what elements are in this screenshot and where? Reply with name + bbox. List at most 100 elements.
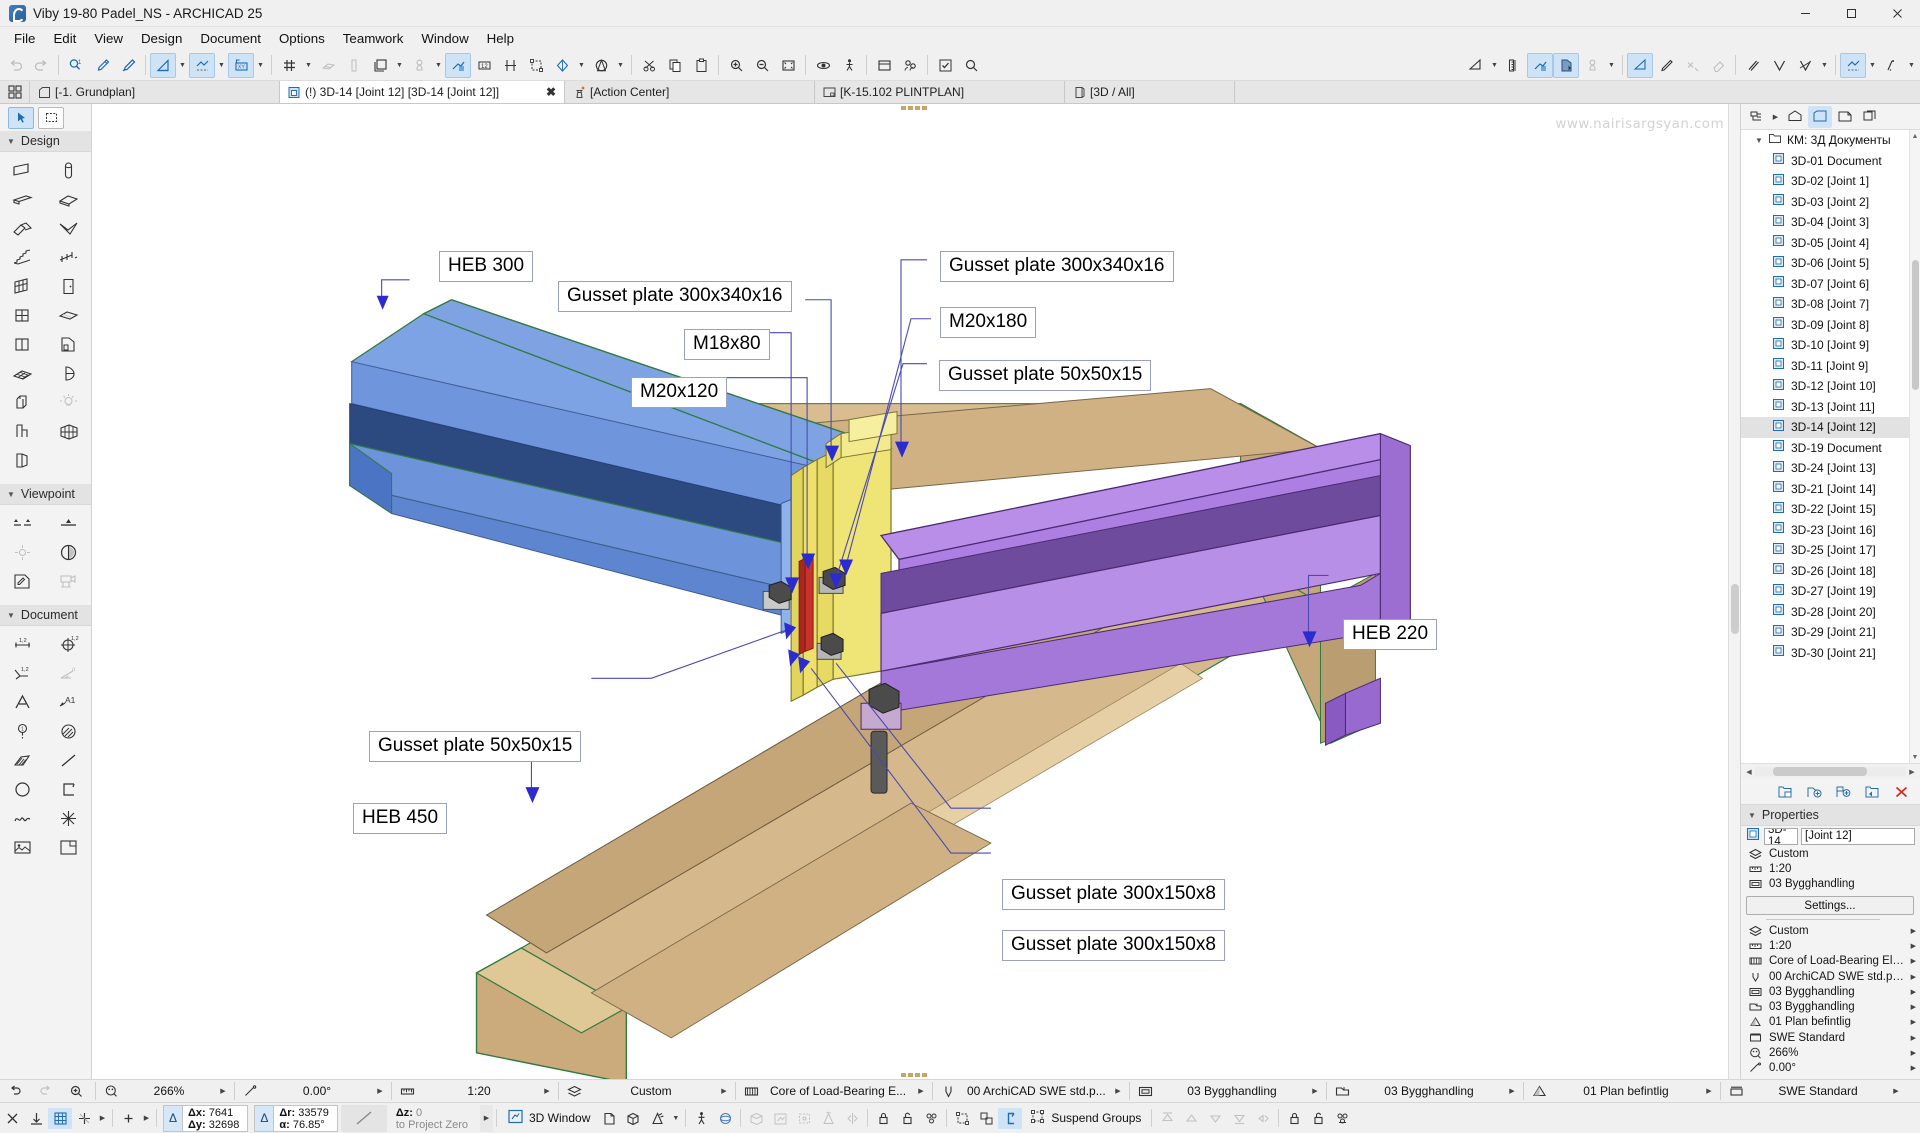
offset-dropdown-icon[interactable]: ▼ xyxy=(1905,53,1918,78)
measure-dropdown-icon[interactable]: ▼ xyxy=(1488,53,1501,78)
prop-graphic-override-row[interactable]: 03 Bygghandling ▶ xyxy=(1741,1000,1920,1015)
angle-dimension-icon[interactable]: α xyxy=(46,659,92,688)
drawing-icon[interactable] xyxy=(46,833,92,862)
pen-set-icon[interactable] xyxy=(936,1081,960,1102)
parameter-transfer-icon[interactable]: 1 xyxy=(63,53,89,78)
palette-section-document[interactable]: ▼ Document xyxy=(0,605,91,626)
structure-display-icon[interactable] xyxy=(739,1081,763,1102)
lock-layer-icon[interactable] xyxy=(1282,1108,1306,1129)
new-folder-icon[interactable] xyxy=(1773,781,1797,803)
dimension-style-icon[interactable] xyxy=(1724,1081,1748,1102)
skylight-icon[interactable] xyxy=(46,301,92,330)
tree-item-3d-26[interactable]: 3D-26 [Joint 18] xyxy=(1741,561,1920,582)
fit-in-window-icon[interactable] xyxy=(775,53,801,78)
interior-elevation-icon[interactable] xyxy=(0,538,46,567)
tree-item-3d-24[interactable]: 3D-24 [Joint 13] xyxy=(1741,458,1920,479)
tree-item-3d-04[interactable]: 3D-04 [Joint 3] xyxy=(1741,212,1920,233)
copy-icon[interactable] xyxy=(662,53,688,78)
lamp-icon[interactable] xyxy=(46,388,92,417)
prop-pen-set-row[interactable]: 00 ArchiCAD SWE std.pennor (... ▶ xyxy=(1741,969,1920,984)
polyline-icon[interactable] xyxy=(46,775,92,804)
railing-icon[interactable] xyxy=(46,243,92,272)
zoom-in-icon[interactable] xyxy=(65,1081,89,1102)
label-gusset-300x340x16-left[interactable]: Gusset plate 300x340x16 xyxy=(558,281,792,312)
walk-mode-icon[interactable] xyxy=(689,1108,713,1129)
arrow-select-icon[interactable] xyxy=(8,106,34,129)
tab-action-center[interactable]: [Action Center] xyxy=(565,81,815,103)
menu-design[interactable]: Design xyxy=(132,28,191,49)
menu-help[interactable]: Help xyxy=(478,28,523,49)
label-gusset-300x150x8-b[interactable]: Gusset plate 300x150x8 xyxy=(1002,930,1225,961)
tab-3d-14-joint-12[interactable]: (!) 3D-14 [Joint 12] [3D-14 [Joint 12]] … xyxy=(280,81,565,103)
chevron-right-icon[interactable]: ▶ xyxy=(1911,1034,1920,1042)
minimize-button[interactable] xyxy=(1782,0,1828,27)
zoom-out-icon[interactable] xyxy=(749,53,775,78)
chevron-right-icon[interactable]: ▶ xyxy=(1911,1018,1920,1026)
render-icon[interactable] xyxy=(549,53,575,78)
view-map-tree[interactable]: ▼ КМ: 3Д Документы 3D-01 Document 3D-02 … xyxy=(1741,130,1920,764)
chevron-right-icon[interactable]: ▶ xyxy=(1911,988,1920,996)
zone-stamp-icon[interactable]: 1 xyxy=(0,717,46,746)
menu-options[interactable]: Options xyxy=(270,28,334,49)
tab-plintplan[interactable]: [K-15.102 PLINTPLAN] xyxy=(815,81,1065,103)
scroll-left-icon[interactable]: ◀ xyxy=(1743,768,1755,776)
snap-guides-icon[interactable] xyxy=(150,52,176,78)
3d-mirror-icon[interactable] xyxy=(840,1108,864,1129)
render-dropdown-icon[interactable]: ▼ xyxy=(575,53,588,78)
paste-icon[interactable] xyxy=(688,53,714,78)
orbit-icon[interactable] xyxy=(810,53,836,78)
camera-icon[interactable] xyxy=(46,567,92,596)
quick-layer-row[interactable]: 03 Bygghandling xyxy=(1741,877,1920,892)
label-gusset-50x50x15-right[interactable]: Gusset plate 50x50x15 xyxy=(939,360,1152,391)
walk-icon[interactable] xyxy=(836,53,862,78)
hotspot-icon[interactable] xyxy=(46,804,92,833)
parallel-lines-icon[interactable] xyxy=(1740,53,1766,78)
zone-icon[interactable] xyxy=(46,330,92,359)
send-to-back-icon[interactable] xyxy=(1227,1108,1251,1129)
project-map-icon[interactable] xyxy=(1783,106,1807,128)
tree-item-3d-19[interactable]: 3D-19 Document xyxy=(1741,438,1920,459)
prop-dimension-style-row[interactable]: SWE Standard ▶ xyxy=(1741,1030,1920,1045)
tree-item-3d-29[interactable]: 3D-29 [Joint 21] xyxy=(1741,622,1920,643)
label-m20x120[interactable]: M20x120 xyxy=(631,377,728,408)
bring-to-front-icon[interactable] xyxy=(1155,1108,1179,1129)
sun-settings-dropdown-icon[interactable]: ▼ xyxy=(614,53,627,78)
chevron-right-icon[interactable]: ▶ xyxy=(716,1087,732,1095)
menu-teamwork[interactable]: Teamwork xyxy=(334,28,413,49)
fill-icon[interactable] xyxy=(46,717,92,746)
stair-icon[interactable] xyxy=(0,243,46,272)
elevation-line-icon[interactable] xyxy=(340,1104,387,1132)
tree-item-3d-22[interactable]: 3D-22 [Joint 15] xyxy=(1741,499,1920,520)
polar-coordinate-box[interactable]: Δ Δr: 33579 α: 76.85° xyxy=(254,1104,338,1132)
curtain-wall-icon[interactable] xyxy=(0,272,46,301)
tree-item-3d-07[interactable]: 3D-07 [Joint 6] xyxy=(1741,274,1920,295)
publish-icon[interactable] xyxy=(871,53,897,78)
guide-point-icon[interactable] xyxy=(1679,53,1705,78)
tree-item-3d-21[interactable]: 3D-21 [Joint 14] xyxy=(1741,479,1920,500)
scrollbar-thumb[interactable] xyxy=(1912,260,1919,390)
roof-icon[interactable] xyxy=(0,214,46,243)
renovation-filter-icon[interactable] xyxy=(1527,1081,1551,1102)
detail-icon[interactable] xyxy=(46,538,92,567)
tree-item-3d-25[interactable]: 3D-25 [Joint 17] xyxy=(1741,540,1920,561)
scrollbar-track[interactable] xyxy=(1755,767,1906,777)
chevron-right-icon[interactable]: ▶ xyxy=(1307,1087,1323,1095)
marquee-select-icon[interactable] xyxy=(38,106,64,129)
chevron-right-icon[interactable]: ▶ xyxy=(1888,1087,1904,1095)
gravity-icon[interactable] xyxy=(24,1108,48,1129)
perspective-icon[interactable] xyxy=(621,1108,645,1129)
quick-scale-row[interactable]: 1:20 xyxy=(1741,861,1920,876)
add-guide-dropdown-icon[interactable]: ▶ xyxy=(140,1106,153,1131)
tree-item-3d-05[interactable]: 3D-05 [Joint 4] xyxy=(1741,233,1920,254)
delta-xy-coordinate-box[interactable]: Δ Δx: 7641 Δy: 32698 xyxy=(163,1104,249,1132)
chevron-right-icon[interactable]: ▶ xyxy=(1701,1087,1717,1095)
chevron-right-icon[interactable]: ▶ xyxy=(1504,1087,1520,1095)
chevron-right-icon[interactable]: ▶ xyxy=(1911,942,1920,950)
tree-item-3d-08[interactable]: 3D-08 [Joint 7] xyxy=(1741,294,1920,315)
tree-item-3d-13[interactable]: 3D-13 [Joint 11] xyxy=(1741,397,1920,418)
model-view-options-icon[interactable] xyxy=(1133,1081,1157,1102)
next-zoom-icon[interactable] xyxy=(34,1081,58,1102)
scale-icon[interactable] xyxy=(395,1081,419,1102)
eraser-icon[interactable] xyxy=(1705,53,1731,78)
lock-dropdown-icon[interactable]: ▼ xyxy=(432,53,445,78)
